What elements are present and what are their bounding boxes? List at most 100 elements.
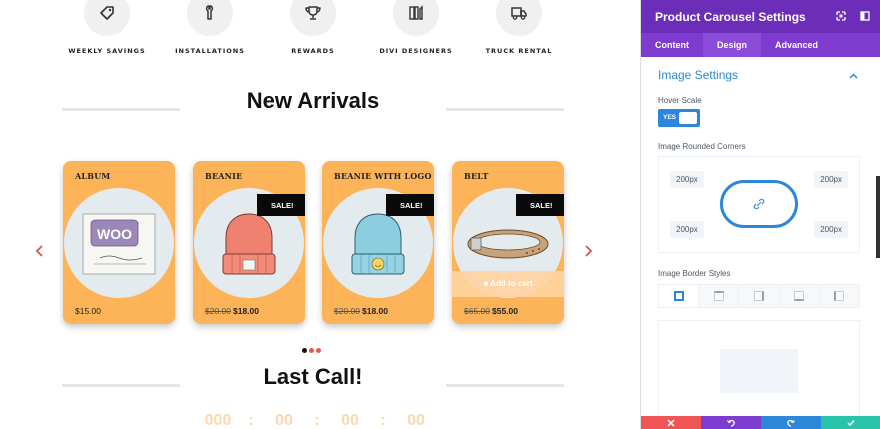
carousel-pagination xyxy=(302,348,321,353)
chevron-left-icon xyxy=(35,245,43,257)
wrench-icon xyxy=(187,0,233,36)
product-price: $20.00 $18.00 xyxy=(334,306,388,316)
carousel-next-arrow[interactable] xyxy=(581,244,595,258)
rounded-corners-control: 200px 200px 200px 200px xyxy=(658,156,860,253)
product-card-beanie-with-logo[interactable]: BEANIE WITH LOGO SALE! $20.00 $18.00 xyxy=(322,161,434,324)
last-call-heading: Last Call! xyxy=(263,364,363,389)
sale-badge: SALE! xyxy=(257,194,305,216)
hover-scale-label: Hover Scale xyxy=(658,96,702,105)
countdown-separator: : xyxy=(380,412,386,429)
woo-album-image: WOO xyxy=(64,188,174,298)
product-price: $65.00 $55.00 xyxy=(464,306,518,316)
undo-button[interactable] xyxy=(701,416,761,429)
border-right-icon xyxy=(754,291,764,301)
category-weekly-savings[interactable]: WEEKLY SAVINGS xyxy=(52,0,162,55)
border-bottom-icon xyxy=(794,291,805,301)
tab-advanced[interactable]: Advanced xyxy=(761,33,832,57)
border-all-option[interactable] xyxy=(659,285,700,307)
toggle-state-label: YES xyxy=(663,114,677,121)
settings-panel: Product Carousel Settings Content Design… xyxy=(640,0,880,429)
border-right-option[interactable] xyxy=(739,285,780,307)
close-icon xyxy=(667,418,675,427)
redo-button[interactable] xyxy=(761,416,821,429)
chevron-right-icon xyxy=(585,245,593,257)
hover-scale-toggle[interactable]: YES xyxy=(658,109,700,127)
category-installations[interactable]: INSTALLATIONS xyxy=(155,0,265,55)
image-settings-group-title[interactable]: Image Settings xyxy=(658,68,738,82)
section-divider xyxy=(446,108,564,111)
border-styles-label: Image Border Styles xyxy=(658,269,731,278)
category-truck-rental[interactable]: TRUCK RENTAL xyxy=(464,0,574,55)
section-divider xyxy=(446,384,564,387)
border-left-option[interactable] xyxy=(819,285,860,307)
panel-header: Product Carousel Settings xyxy=(641,0,880,33)
sale-badge: SALE! xyxy=(386,194,434,216)
product-title: BEANIE xyxy=(205,171,243,181)
corner-top-right-input[interactable]: 200px xyxy=(814,171,848,188)
category-label: INSTALLATIONS xyxy=(175,47,245,55)
border-preview-inner xyxy=(720,349,798,393)
countdown-hours: 00 xyxy=(275,412,293,429)
trophy-icon xyxy=(290,0,336,36)
corner-top-left-input[interactable]: 200px xyxy=(670,171,704,188)
product-card-album[interactable]: ALBUM WOO $15.00 xyxy=(63,161,175,324)
product-price: $15.00 xyxy=(75,306,101,316)
rounded-corners-label: Image Rounded Corners xyxy=(658,142,746,151)
countdown-timer: 000 : 00 : 00 : 00 xyxy=(196,412,438,429)
panel-title: Product Carousel Settings xyxy=(655,9,806,24)
countdown-days: 000 xyxy=(204,412,232,429)
tag-icon xyxy=(84,0,130,36)
panel-footer xyxy=(641,416,880,429)
carousel-prev-arrow[interactable] xyxy=(33,244,47,258)
add-to-cart-button[interactable]: ■ Add to cart xyxy=(452,271,564,297)
border-bottom-option[interactable] xyxy=(779,285,820,307)
category-rewards[interactable]: REWARDS xyxy=(258,0,368,55)
border-all-icon xyxy=(673,291,684,301)
section-divider xyxy=(62,108,180,111)
product-card-belt[interactable]: BELT SALE! ■ Add to cart $65.00 $55.00 xyxy=(452,161,564,324)
border-preview-box xyxy=(658,320,860,420)
corner-bottom-right-input[interactable]: 200px xyxy=(814,221,848,238)
countdown-seconds: 00 xyxy=(407,412,425,429)
cancel-button[interactable] xyxy=(641,416,701,429)
product-card-beanie[interactable]: BEANIE SALE! $20.00 $18.00 xyxy=(193,161,305,324)
category-label: REWARDS xyxy=(291,47,335,55)
panel-scrollbar[interactable] xyxy=(876,176,880,258)
border-styles-selector xyxy=(658,284,860,308)
panel-tabs: Content Design Advanced xyxy=(641,33,880,57)
undo-icon xyxy=(727,419,735,427)
product-title: ALBUM xyxy=(75,171,111,181)
truck-icon xyxy=(496,0,542,36)
tab-design[interactable]: Design xyxy=(703,33,762,57)
redo-icon xyxy=(787,419,795,427)
border-top-option[interactable] xyxy=(699,285,740,307)
toggle-knob xyxy=(679,112,697,124)
new-arrivals-heading: New Arrivals xyxy=(246,88,380,113)
category-divi-designers[interactable]: DIVI DESIGNERS xyxy=(361,0,471,55)
page-root: WEEKLY SAVINGS INSTALLATIONS REWARDS DIV… xyxy=(0,0,880,429)
cart-icon: ■ xyxy=(483,279,489,288)
sale-badge: SALE! xyxy=(516,194,564,216)
product-price: $20.00 $18.00 xyxy=(205,306,259,316)
chevron-up-icon[interactable] xyxy=(849,72,858,81)
corner-preview-shape xyxy=(720,180,798,228)
countdown-minutes: 00 xyxy=(341,412,359,429)
link-icon[interactable] xyxy=(753,198,765,210)
product-title: BELT xyxy=(464,171,489,181)
pagination-dot[interactable] xyxy=(309,348,314,353)
category-label: DIVI DESIGNERS xyxy=(379,47,453,55)
product-title: BEANIE WITH LOGO xyxy=(334,171,432,181)
border-top-icon xyxy=(713,291,724,301)
pagination-dot[interactable] xyxy=(316,348,321,353)
save-button[interactable] xyxy=(821,416,880,429)
tab-content[interactable]: Content xyxy=(641,33,703,57)
pencils-icon xyxy=(393,0,439,36)
section-divider xyxy=(62,384,180,387)
check-icon xyxy=(847,419,855,426)
pagination-dot-active[interactable] xyxy=(302,348,307,353)
corner-bottom-left-input[interactable]: 200px xyxy=(670,221,704,238)
sidebar-toggle-icon[interactable] xyxy=(860,11,870,21)
woo-logo-text: WOO xyxy=(97,226,132,242)
expand-icon[interactable] xyxy=(836,11,846,21)
category-label: WEEKLY SAVINGS xyxy=(68,47,146,55)
